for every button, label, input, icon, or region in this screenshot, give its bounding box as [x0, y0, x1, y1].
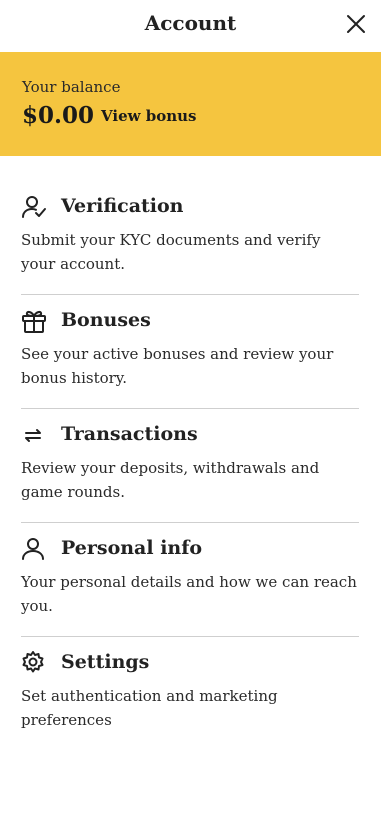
menu-item-verification[interactable]: Verification Submit your KYC documents a… — [21, 182, 359, 296]
divider — [21, 408, 359, 409]
menu-item-transactions[interactable]: Transactions Review your deposits, withd… — [21, 410, 359, 524]
balance-amount: $0.00 — [22, 102, 95, 129]
close-icon[interactable] — [345, 13, 367, 35]
menu-item-title: Settings — [61, 651, 150, 673]
user-icon — [21, 536, 47, 562]
balance-label: Your balance — [22, 78, 121, 96]
menu-item-description: Set authentication and marketing prefere… — [21, 687, 278, 729]
menu-item-title: Verification — [61, 195, 184, 217]
gift-icon — [21, 308, 47, 334]
divider — [21, 636, 359, 637]
divider — [21, 522, 359, 523]
menu-item-settings[interactable]: Settings Set authentication and marketin… — [21, 638, 359, 752]
menu-item-description: Your personal details and how we can rea… — [21, 573, 357, 615]
menu-item-title: Personal info — [61, 537, 203, 559]
menu-item-personal-info[interactable]: Personal info Your personal details and … — [21, 524, 359, 638]
header: Account — [0, 0, 381, 52]
account-menu: Verification Submit your KYC documents a… — [21, 182, 359, 752]
divider — [21, 294, 359, 295]
view-bonus-link[interactable]: View bonus — [101, 107, 197, 125]
user-check-icon — [21, 194, 47, 220]
menu-item-description: See your active bonuses and review your … — [21, 345, 334, 387]
balance-panel: Your balance $0.00 View bonus — [0, 52, 381, 156]
gear-icon — [21, 650, 47, 676]
page-title: Account — [144, 11, 237, 35]
menu-item-title: Bonuses — [61, 309, 151, 331]
menu-item-description: Review your deposits, withdrawals and ga… — [21, 459, 320, 501]
menu-item-title: Transactions — [61, 423, 198, 445]
menu-item-bonuses[interactable]: Bonuses See your active bonuses and revi… — [21, 296, 359, 410]
menu-item-description: Submit your KYC documents and verify you… — [21, 231, 321, 273]
arrows-swap-icon — [21, 422, 47, 448]
